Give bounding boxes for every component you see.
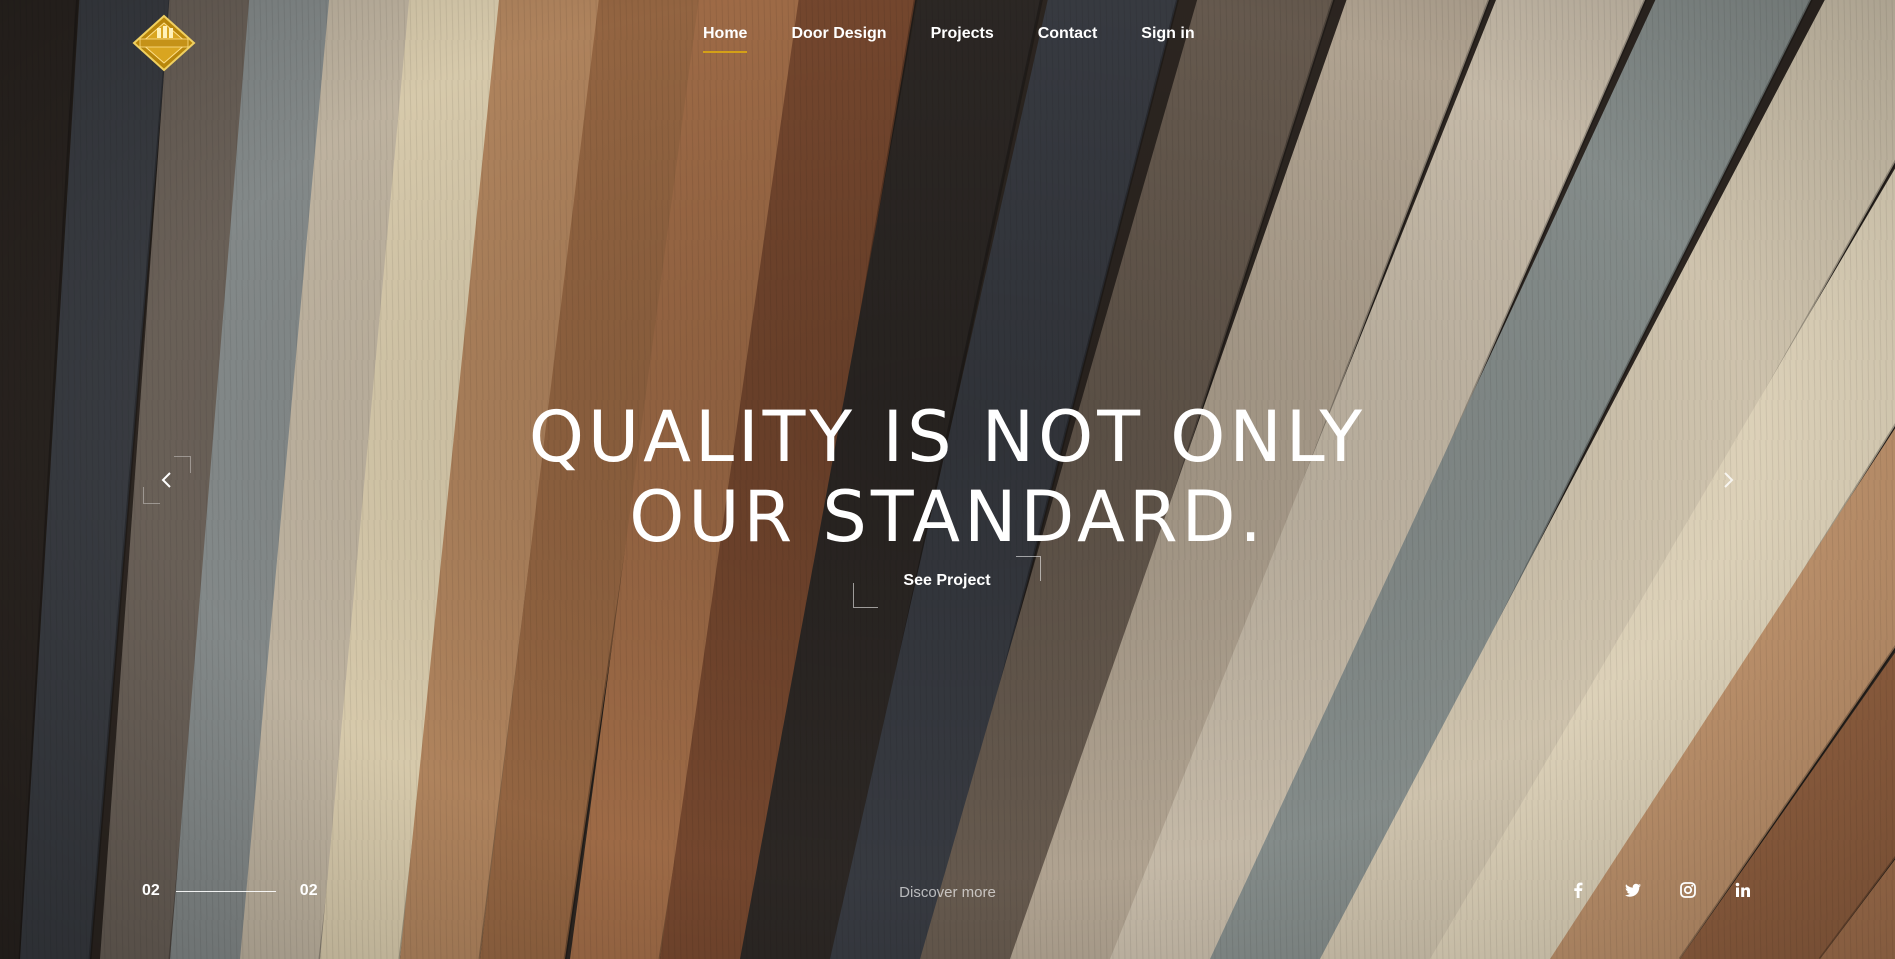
twitter-icon [1625, 883, 1641, 897]
slider-next-button[interactable] [1704, 456, 1752, 504]
hero-headline-line-2: OUR STANDARD. [629, 475, 1266, 558]
instagram-link[interactable] [1678, 880, 1698, 900]
nav-item-home[interactable]: Home [703, 23, 748, 53]
nav-item-contact[interactable]: Contact [1038, 23, 1098, 53]
nav-item-door-design[interactable]: Door Design [791, 23, 886, 53]
nav-item-sign-in[interactable]: Sign in [1141, 23, 1194, 53]
hero-headline-line-1: QUALITY IS NOT ONLY [528, 395, 1367, 478]
see-project-button[interactable]: See Project [853, 556, 1041, 608]
linkedin-link[interactable] [1733, 880, 1753, 900]
twitter-link[interactable] [1623, 880, 1643, 900]
chevron-right-icon [1724, 472, 1734, 488]
nav-item-projects[interactable]: Projects [931, 23, 994, 53]
chevron-left-icon [161, 472, 171, 488]
logo-emblem-icon [132, 14, 196, 72]
slider-prev-button[interactable] [143, 456, 191, 504]
linkedin-icon [1735, 882, 1750, 897]
social-links [1568, 880, 1788, 900]
facebook-link[interactable] [1568, 880, 1588, 900]
main-nav: Home Door Design Projects Contact Sign i… [703, 23, 1239, 53]
facebook-icon [1574, 882, 1583, 898]
hero-headline: QUALITY IS NOT ONLY OUR STANDARD. [0, 397, 1895, 557]
instagram-icon [1680, 882, 1696, 898]
see-project-label: See Project [903, 572, 991, 589]
hero-section: Home Door Design Projects Contact Sign i… [0, 0, 1895, 959]
brand-logo[interactable] [132, 14, 196, 72]
